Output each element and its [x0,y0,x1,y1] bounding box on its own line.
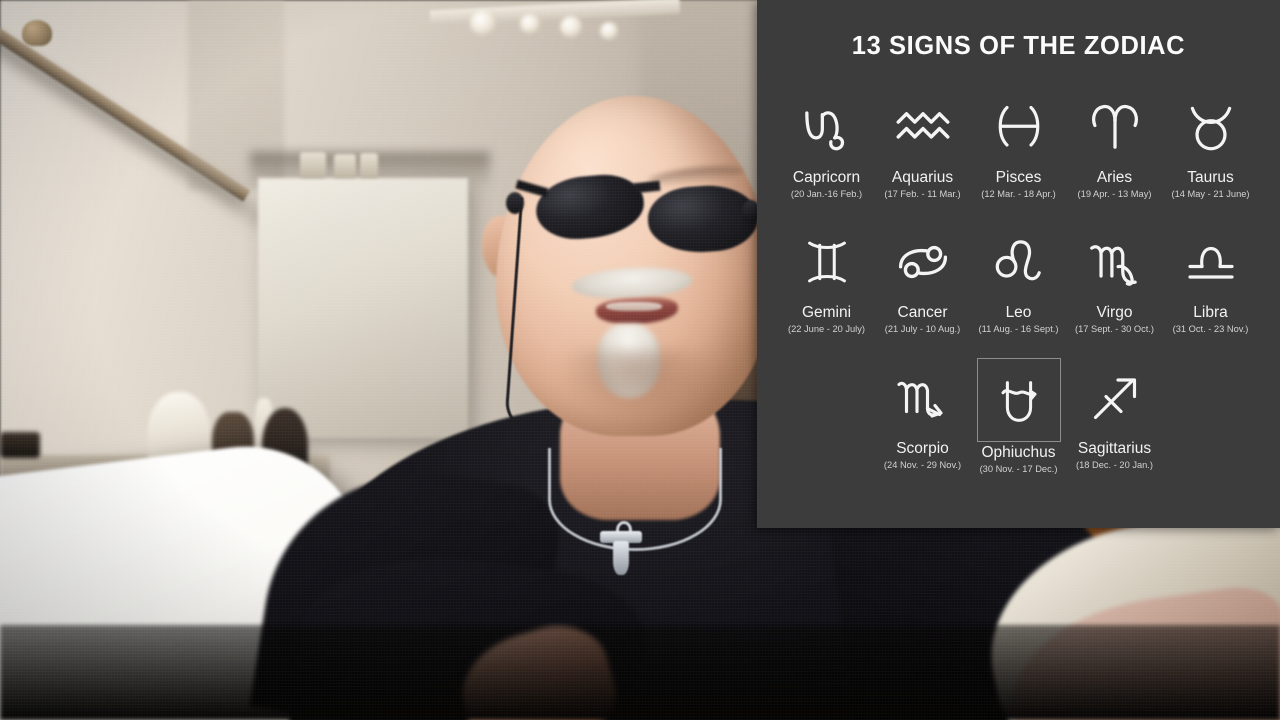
aquarius-glyph [875,87,971,167]
zodiac-grid: Capricorn (20 Jan.-16 Feb.) Aquarius (17 F… [775,87,1262,474]
virgo-glyph [1067,222,1163,302]
chin-shadow [556,350,716,420]
zodiac-sign-dates: (19 Apr. - 13 May) [1077,189,1152,200]
zodiac-cell-aries[interactable]: Aries (19 Apr. - 13 May) [1067,87,1163,199]
zodiac-sign-name: Ophiuchus [981,443,1056,461]
scorpio-glyph [875,358,971,438]
pendant-handle [613,541,629,575]
zodiac-cell-pisces[interactable]: Pisces (12 Mar. - 18 Apr.) [971,87,1067,199]
zodiac-sign-name: Libra [1193,304,1228,322]
zodiac-row: Capricorn (20 Jan.-16 Feb.) Aquarius (17 F… [775,87,1262,199]
zodiac-cell-sagittarius[interactable]: Sagittarius (18 Dec. - 20 Jan.) [1067,358,1163,470]
zodiac-row: Gemini (22 June - 20 July) Cancer (21 July… [775,222,1262,334]
pisces-glyph [971,87,1067,167]
zodiac-cell-capricorn[interactable]: Capricorn (20 Jan.-16 Feb.) [779,87,875,199]
zodiac-sign-name: Aquarius [891,169,954,186]
zodiac-panel-title: 13 SIGNS OF THE ZODIAC [851,32,1186,60]
zodiac-cell-ophiuchus[interactable]: Ophiuchus (30 Nov. - 17 Dec.) [971,357,1067,474]
gemini-glyph [779,222,875,302]
zodiac-sign-name: Sagittarius [1077,439,1152,457]
zodiac-sign-dates: (12 Mar. - 18 Apr.) [981,189,1056,200]
zodiac-sign-dates: (17 Sept. - 30 Oct.) [1074,324,1155,335]
zodiac-sign-name: Taurus [1187,169,1234,186]
zodiac-sign-dates: (18 Dec. - 20 Jan.) [1076,459,1153,470]
libra-glyph [1163,222,1259,302]
zodiac-cell-libra[interactable]: Libra (31 Oct. - 23 Nov.) [1163,222,1259,334]
screenshot-stage: 13 SIGNS OF THE ZODIAC Capricorn (20 Jan.… [0,0,1280,720]
zodiac-sign-dates: (14 May - 21 June) [1171,189,1250,200]
zodiac-sign-name: Gemini [801,304,852,322]
zodiac-sign-name: Pisces [995,169,1042,186]
bottom-shadow [0,625,1280,720]
zodiac-overlay-panel: 13 SIGNS OF THE ZODIAC Capricorn (20 Jan.… [757,0,1280,528]
hammer-pendant [600,521,642,577]
zodiac-cell-cancer[interactable]: Cancer (21 July - 10 Aug.) [875,222,971,334]
zodiac-sign-dates: (30 Nov. - 17 Dec.) [979,463,1058,474]
zodiac-sign-name: Leo [1005,304,1032,322]
zodiac-sign-name: Scorpio [896,439,949,457]
zodiac-sign-name: Capricorn [792,169,861,186]
zodiac-row: Scorpio (24 Nov. - 29 Nov.) Ophiuchus (30 … [775,357,1262,474]
zodiac-cell-virgo[interactable]: Virgo (17 Sept. - 30 Oct.) [1067,222,1163,334]
zodiac-sign-dates: (22 June - 20 July) [788,324,865,335]
zodiac-sign-name: Aries [1096,169,1133,186]
zodiac-sign-dates: (20 Jan.-16 Feb.) [790,189,863,200]
earbud-left [506,192,524,214]
teeth [606,302,662,311]
leo-glyph [971,222,1067,302]
zodiac-sign-dates: (24 Nov. - 29 Nov.) [883,459,962,470]
sagittarius-glyph [1067,358,1163,438]
zodiac-cell-aquarius[interactable]: Aquarius (17 Feb. - 11 Mar.) [875,87,971,199]
zodiac-sign-name: Cancer [897,304,948,322]
ophiuchus-glyph [976,357,1061,442]
taurus-glyph [1163,87,1259,167]
zodiac-sign-dates: (31 Oct. - 23 Nov.) [1172,324,1249,335]
zodiac-cell-gemini[interactable]: Gemini (22 June - 20 July) [779,222,875,334]
capricorn-glyph [779,87,875,167]
zodiac-cell-scorpio[interactable]: Scorpio (24 Nov. - 29 Nov.) [875,358,971,470]
zodiac-sign-dates: (21 July - 10 Aug.) [884,324,961,335]
aries-glyph [1067,87,1163,167]
zodiac-sign-dates: (11 Aug. - 16 Sept.) [978,324,1059,335]
zodiac-cell-leo[interactable]: Leo (11 Aug. - 16 Sept.) [971,222,1067,334]
zodiac-sign-dates: (17 Feb. - 11 Mar.) [884,189,961,200]
zodiac-sign-name: Virgo [1096,304,1133,322]
cancer-glyph [875,222,971,302]
zodiac-cell-taurus[interactable]: Taurus (14 May - 21 June) [1163,87,1259,199]
